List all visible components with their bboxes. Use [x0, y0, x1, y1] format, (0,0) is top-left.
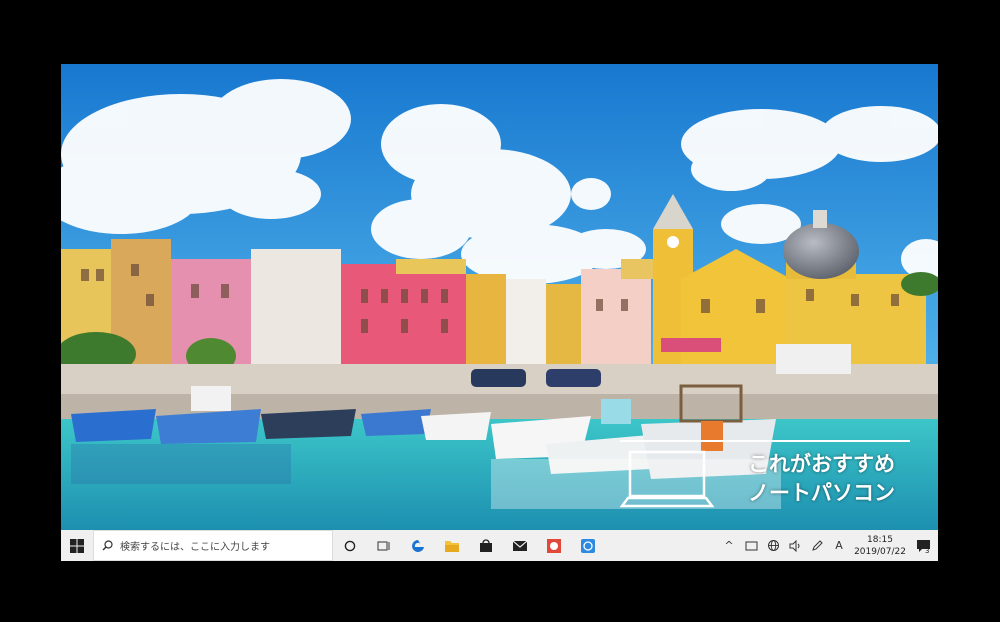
- monitor-screen: これがおすすめ ノートパソコン 検索するには、ここに入力します ^ A 18:1…: [61, 64, 938, 561]
- ime-mode-label: A: [835, 539, 843, 552]
- cortana-button[interactable]: [333, 530, 367, 561]
- watermark-overlay: これがおすすめ ノートパソコン: [620, 440, 920, 518]
- watermark-line1: これがおすすめ: [748, 451, 895, 476]
- clock-time: 18:15: [867, 534, 893, 545]
- mail-icon: [512, 540, 528, 551]
- start-button[interactable]: [61, 530, 93, 561]
- edge-browser-icon: [412, 539, 424, 552]
- keyboard-tray[interactable]: [740, 530, 762, 561]
- search-box[interactable]: 検索するには、ここに入力します: [93, 530, 333, 561]
- task-view-button[interactable]: [367, 530, 401, 561]
- cortana-icon: [344, 540, 356, 551]
- watermark-line2: ノートパソコン: [748, 480, 895, 505]
- ime-indicator[interactable]: A: [828, 530, 850, 561]
- search-placeholder: 検索するには、ここに入力します: [120, 542, 270, 553]
- app-blue-button[interactable]: [571, 530, 605, 561]
- file-explorer-icon: [445, 540, 459, 552]
- notification-icon: 3: [917, 539, 930, 554]
- clock-date: 2019/07/22: [854, 546, 906, 557]
- laptop-icon: [620, 450, 714, 508]
- windows-logo-icon: [70, 538, 84, 553]
- clock[interactable]: 18:15 2019/07/22: [850, 534, 910, 558]
- taskbar: 検索するには、ここに入力します ^ A 18:15 2019/07/22 3: [61, 530, 938, 561]
- pen-tray[interactable]: [806, 530, 828, 561]
- task-view-icon: [377, 540, 390, 551]
- volume-tray[interactable]: [784, 530, 806, 561]
- notification-center-button[interactable]: 3: [910, 530, 938, 561]
- store-icon: [480, 538, 492, 552]
- app-red-icon: [547, 538, 561, 553]
- chevron-up-icon: ^: [724, 539, 734, 552]
- pen-icon: [811, 540, 823, 551]
- desktop-wallpaper: これがおすすめ ノートパソコン: [61, 64, 938, 530]
- store-button[interactable]: [469, 530, 503, 561]
- network-tray[interactable]: [762, 530, 784, 561]
- app-blue-icon: [581, 538, 595, 553]
- mail-button[interactable]: [503, 530, 537, 561]
- edge-browser-button[interactable]: [401, 530, 435, 561]
- watermark-divider: [620, 440, 910, 442]
- speaker-icon: [789, 539, 799, 552]
- notification-count: 3: [925, 547, 929, 554]
- app-red-button[interactable]: [537, 530, 571, 561]
- globe-icon: [767, 540, 779, 551]
- show-hidden-icons-button[interactable]: ^: [718, 530, 740, 561]
- search-icon: [102, 540, 113, 551]
- keyboard-icon: [745, 541, 757, 550]
- file-explorer-button[interactable]: [435, 530, 469, 561]
